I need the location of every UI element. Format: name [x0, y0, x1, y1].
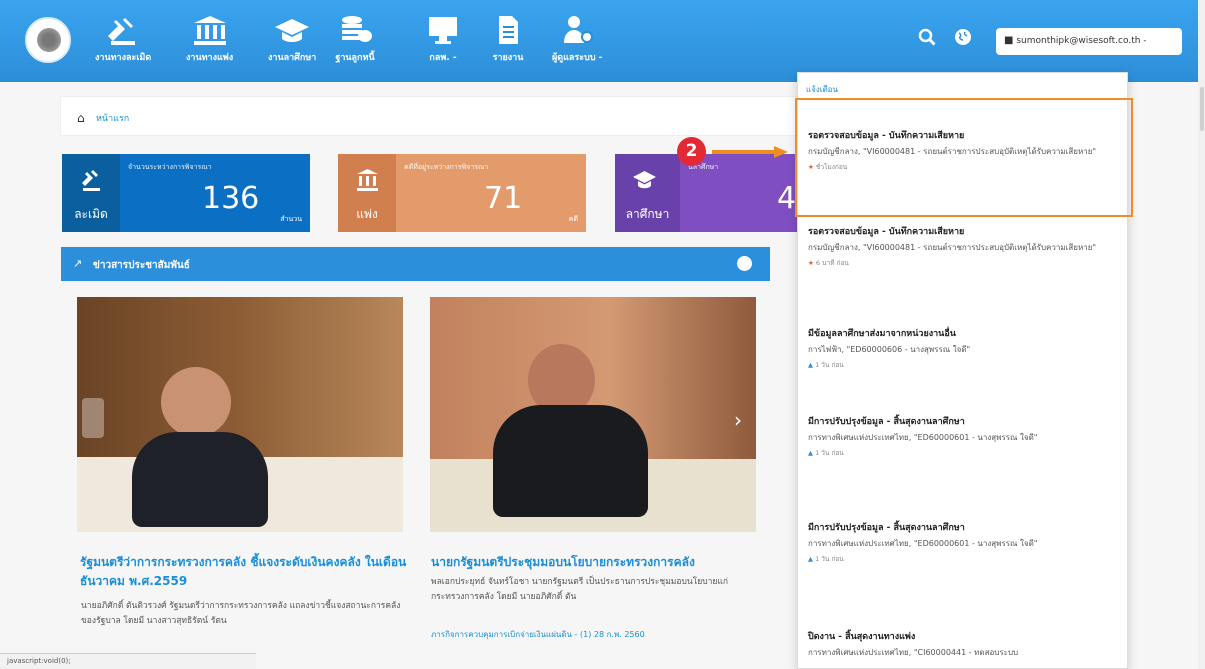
tile-study-name-panel: ลาศึกษา — [615, 154, 680, 232]
nav-debtor-base[interactable]: ฐานลูกหนี้ — [335, 14, 375, 64]
bank-icon — [193, 16, 226, 45]
document-icon — [499, 16, 518, 44]
notification-item-time: 1 วัน ก่อน — [815, 449, 844, 457]
collapse-toggle-icon[interactable] — [737, 256, 752, 271]
nav-label: กลพ. - — [429, 53, 457, 63]
person-suit — [493, 405, 648, 517]
notification-item[interactable]: มีข้อมูลลาศึกษาส่งมาจากหน่วยงานอื่น การไ… — [808, 326, 1118, 372]
tile-study-value-panel: นลาศึกษา 47 — [680, 154, 803, 232]
callout-arrow — [712, 146, 788, 158]
top-navigation-bar: งานทางละเมิด งานทางแพ่ง งานลาศึกษา ฐานลู… — [0, 0, 1205, 82]
graduation-cap-icon — [275, 19, 310, 42]
nav-reports[interactable]: รายงาน — [488, 14, 528, 64]
carousel-next-button[interactable]: › — [734, 408, 749, 442]
tile-value: 136 — [202, 181, 260, 216]
user-email: sumonthipk@wisesoft.co.th - — [1016, 36, 1147, 46]
person-suit — [132, 432, 268, 527]
tile-unit: คดี — [568, 215, 578, 223]
monitor-icon — [429, 17, 457, 44]
notification-item[interactable]: รอตรวจสอบข้อมูล - บันทึกความเสียหาย กรมบ… — [808, 224, 1118, 270]
news-meta-2: ภารกิจการควบคุมการเบิกจ่ายเงินแผ่นดิน - … — [431, 630, 645, 639]
notification-globe-icon[interactable] — [954, 28, 972, 46]
tile-label: คดีที่อยู่ระหว่างการพิจารณา — [404, 163, 489, 171]
government-logo[interactable] — [25, 17, 71, 63]
scrollbar-thumb[interactable] — [1200, 87, 1204, 131]
tile-name: ละเมิด — [74, 207, 108, 221]
notification-item-time: 1 วัน ก่อน — [815, 555, 844, 563]
bank-icon — [357, 169, 378, 191]
application-page: งานทางละเมิด งานทางแพ่ง งานลาศึกษา ฐานลู… — [0, 0, 1205, 669]
notification-item-body: การไฟฟ้า, "ED60000606 - นางสุพรรณ ใจดี" — [808, 345, 971, 354]
browser-status-bar: javascript:void(0); — [0, 653, 256, 669]
notification-item-time: 1 วัน ก่อน — [815, 361, 844, 369]
carousel-prev-button[interactable] — [82, 398, 104, 438]
news-photo-minister[interactable] — [77, 297, 403, 532]
nav-label: งานทางแพ่ง — [186, 53, 234, 63]
gavel-icon — [82, 170, 100, 191]
highlight-box — [795, 98, 1133, 217]
notification-item-title: มีการปรับปรุงข้อมูล - สิ้นสุดงานลาศึกษา — [808, 417, 965, 427]
nav-tort-cases[interactable]: งานทางละเมิด — [95, 14, 151, 64]
thumbs-up-icon: ★ — [808, 259, 814, 267]
news-headline-1[interactable]: รัฐมนตรีว่าการกระทรวงการคลัง ชี้แจงระดับ… — [80, 553, 410, 591]
notification-item-time: 6 นาที ก่อน — [815, 259, 849, 267]
graduation-cap-icon — [633, 171, 656, 189]
notification-item-body: การทางพิเศษแห่งประเทศไทย, "CI60000441 - … — [808, 648, 1019, 657]
bell-icon: ▲ — [808, 361, 813, 369]
tile-tort-name-panel: ละเมิด — [62, 154, 120, 232]
callout-badge: 2 — [677, 137, 706, 166]
bell-icon: ▲ — [808, 449, 813, 457]
tile-civil-name-panel: แพ่ง — [338, 154, 396, 232]
breadcrumb: ⌂ หน้าแรก — [60, 96, 804, 136]
gavel-icon — [108, 18, 136, 45]
nav-label: ผู้ดูแลระบบ - — [552, 53, 603, 63]
nav-admin-menu[interactable]: ผู้ดูแลระบบ - — [552, 14, 602, 64]
nav-label: งานลาศึกษา — [268, 53, 317, 63]
nav-label: งานทางละเมิด — [95, 53, 152, 63]
notification-item[interactable]: มีการปรับปรุงข้อมูล - สิ้นสุดงานลาศึกษา … — [808, 414, 1118, 460]
tile-name: แพ่ง — [356, 207, 378, 221]
notification-item-title: มีการปรับปรุงข้อมูล - สิ้นสุดงานลาศึกษา — [808, 523, 965, 533]
notification-item-title: ปิดงาน - สิ้นสุดงานทางแพ่ง — [808, 632, 916, 642]
news-headline-2[interactable]: นายกรัฐมนตรีประชุมมอบนโยบายกระทรวงการคลั… — [431, 553, 766, 572]
notification-title: แจ้งเตือน — [806, 85, 838, 94]
user-gear-icon — [564, 16, 594, 43]
nav-civil-cases[interactable]: งานทางแพ่ง — [186, 14, 233, 64]
notification-item-title: มีข้อมูลลาศึกษาส่งมาจากหน่วยงานอื่น — [808, 329, 956, 339]
notification-item-title: รอตรวจสอบข้อมูล - บันทึกความเสียหาย — [808, 227, 965, 237]
bell-icon: ▲ — [808, 555, 813, 563]
rss-icon: ↗ — [73, 257, 83, 270]
tile-unit: สำนวน — [280, 215, 302, 223]
tile-label: จำนวนระหว่างการพิจารณา — [128, 163, 212, 171]
notification-item-body: การทางพิเศษแห่งประเทศไทย, "ED60000601 - … — [808, 433, 1038, 442]
news-summary-2: พลเอกประยุทธ์ จันทร์โอชา นายกรัฐมนตรี เป… — [431, 577, 729, 602]
home-icon: ⌂ — [77, 111, 85, 125]
notification-item-body: กรมบัญชีกลาง, "VI60000481 - รถยนต์ราชการ… — [808, 243, 1097, 252]
nav-study-leave[interactable]: งานลาศึกษา — [268, 14, 316, 64]
notification-item[interactable]: มีการปรับปรุงข้อมูล - สิ้นสุดงานลาศึกษา … — [808, 520, 1118, 566]
news-summary-1: นายอภิศักดิ์ ตันติวรวงศ์ รัฐมนตรีว่าการก… — [81, 601, 401, 626]
nav-label: รายงาน — [492, 53, 524, 63]
coins-icon — [342, 16, 372, 42]
breadcrumb-home-link[interactable]: หน้าแรก — [96, 111, 129, 125]
tile-civil-value-panel: คดีที่อยู่ระหว่างการพิจารณา 71 คดี — [396, 154, 586, 232]
notification-item[interactable]: ปิดงาน - สิ้นสุดงานทางแพ่ง การทางพิเศษแห… — [808, 629, 1118, 661]
user-icon: ■ — [1004, 35, 1014, 46]
news-photo-prime-minister[interactable] — [430, 297, 756, 532]
tile-tort-value-panel: จำนวนระหว่างการพิจารณา 136 สำนวน — [120, 154, 310, 232]
tile-study-leave[interactable]: ลาศึกษา นลาศึกษา 47 — [615, 154, 803, 232]
tile-civil[interactable]: แพ่ง คดีที่อยู่ระหว่างการพิจารณา 71 คดี — [338, 154, 586, 232]
notification-item-body: การทางพิเศษแห่งประเทศไทย, "ED60000601 - … — [808, 539, 1038, 548]
search-icon[interactable] — [918, 28, 936, 46]
nav-label: ฐานลูกหนี้ — [335, 53, 375, 63]
tile-value: 71 — [484, 181, 523, 216]
tile-name: ลาศึกษา — [625, 207, 670, 221]
news-panel-title: ข่าวสารประชาสัมพันธ์ — [93, 260, 190, 271]
user-menu-button[interactable]: ■ sumonthipk@wisesoft.co.th - — [996, 28, 1182, 55]
tile-tort[interactable]: ละเมิด จำนวนระหว่างการพิจารณา 136 สำนวน — [62, 154, 310, 232]
person-head — [161, 367, 231, 437]
nav-klp-menu[interactable]: กลพ. - — [423, 14, 463, 64]
news-panel-header[interactable]: ↗ ข่าวสารประชาสัมพันธ์ — [61, 247, 770, 281]
